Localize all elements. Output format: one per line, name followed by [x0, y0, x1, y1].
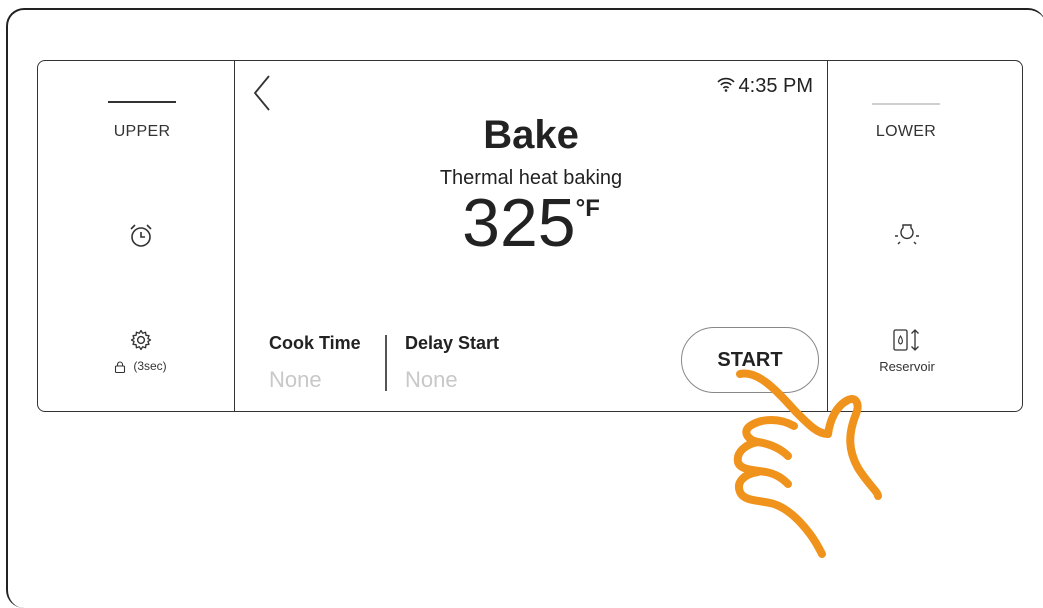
temperature-unit: °F [575, 195, 600, 222]
upper-oven-button[interactable]: UPPER [82, 123, 202, 141]
wifi-icon [716, 75, 735, 98]
field-divider [385, 335, 387, 391]
right-column: LOWER Reservoir [826, 61, 1022, 411]
temperature-value: 325 [462, 185, 576, 261]
upper-active-bar [108, 101, 176, 103]
mode-title: Bake [483, 113, 579, 157]
gear-icon[interactable] [130, 329, 152, 356]
lower-inactive-bar [872, 103, 940, 105]
delay-start-value[interactable]: None [405, 367, 458, 393]
reservoir-icon[interactable] [892, 327, 924, 358]
left-column: UPPER (3sec) [38, 61, 234, 411]
status-bar: 4:35 PM [716, 75, 813, 98]
control-panel: UPPER (3sec) 4:35 PM Bake Thermal heat b… [37, 60, 1023, 412]
cook-time-label[interactable]: Cook Time [269, 333, 361, 354]
oven-light-icon[interactable] [892, 221, 922, 256]
alarm-clock-icon[interactable] [128, 223, 154, 254]
back-chevron-icon[interactable] [251, 73, 273, 118]
touch-screen: 4:35 PM Bake Thermal heat baking 325°F C… [234, 60, 828, 412]
lower-oven-button[interactable]: LOWER [846, 123, 966, 141]
temperature-display[interactable]: 325°F [235, 189, 827, 257]
lock-hold-label: (3sec) [133, 359, 167, 373]
clock-time: 4:35 PM [738, 75, 813, 97]
cook-time-value[interactable]: None [269, 367, 322, 393]
pointing-hand-icon [718, 364, 888, 569]
delay-start-label[interactable]: Delay Start [405, 333, 499, 354]
